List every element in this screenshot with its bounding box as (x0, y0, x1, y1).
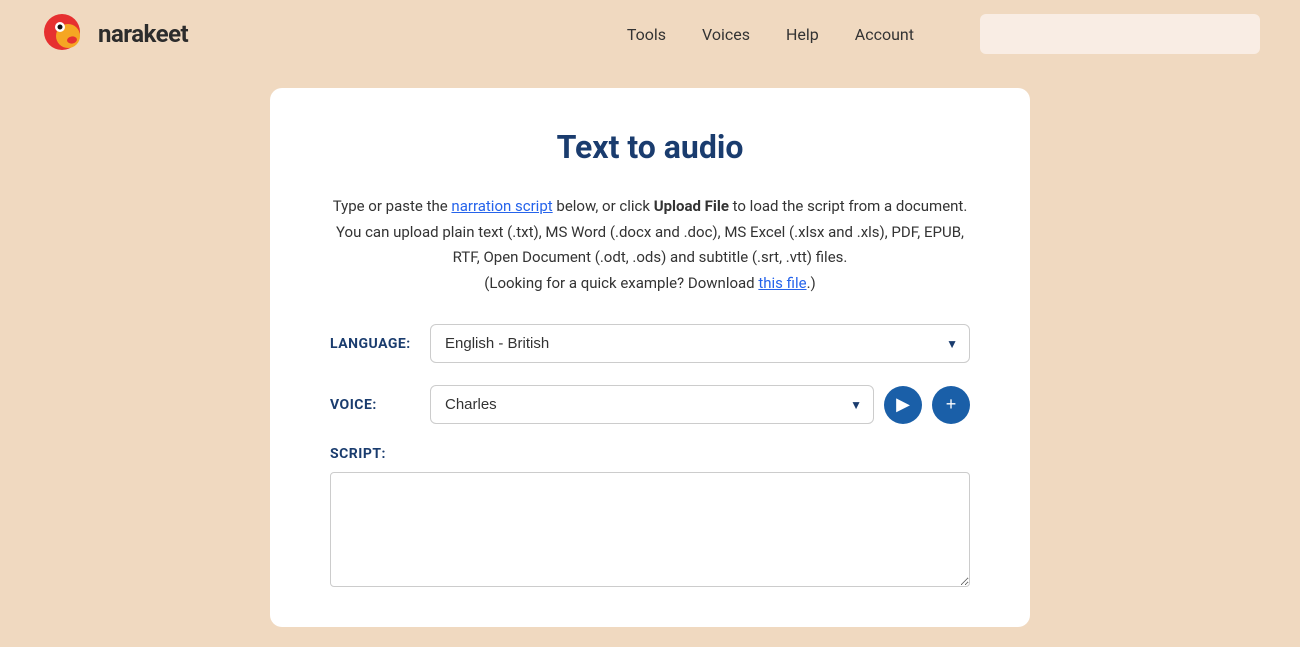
voice-select-wrapper: Charles Amy Brian Emma Joanna Matthew ▼ (430, 385, 874, 424)
script-textarea[interactable] (330, 472, 970, 587)
voice-row: VOICE: Charles Amy Brian Emma Joanna Mat… (330, 385, 970, 424)
voice-label: VOICE: (330, 397, 430, 413)
language-controls: English - British English - American Eng… (430, 324, 970, 363)
add-voice-button[interactable]: + (932, 386, 970, 424)
nav-account[interactable]: Account (855, 25, 914, 44)
nav-tools[interactable]: Tools (627, 25, 666, 44)
main-container: Text to audio Type or paste the narratio… (0, 68, 1300, 647)
script-label: SCRIPT: (330, 446, 970, 462)
language-select[interactable]: English - British English - American Eng… (430, 324, 970, 363)
logo-area[interactable]: narakeet (40, 10, 188, 58)
language-select-wrapper: English - British English - American Eng… (430, 324, 970, 363)
voice-select[interactable]: Charles Amy Brian Emma Joanna Matthew (430, 385, 874, 424)
main-card: Text to audio Type or paste the narratio… (270, 88, 1030, 627)
voice-controls: Charles Amy Brian Emma Joanna Matthew ▼ … (430, 385, 970, 424)
example-file-link[interactable]: this file (758, 274, 806, 292)
nav-voices[interactable]: Voices (702, 25, 750, 44)
script-row: SCRIPT: (330, 446, 970, 587)
logo-icon (40, 10, 88, 58)
description-text: Type or paste the narration script below… (330, 194, 970, 296)
language-row: LANGUAGE: English - British English - Am… (330, 324, 970, 363)
nav-help[interactable]: Help (786, 25, 819, 44)
logo-text: narakeet (98, 20, 188, 48)
language-label: LANGUAGE: (330, 336, 430, 352)
main-nav: Tools Voices Help Account (627, 14, 1260, 54)
play-voice-button[interactable]: ▶ (884, 386, 922, 424)
narration-script-link[interactable]: narration script (451, 197, 552, 215)
page-title: Text to audio (330, 128, 970, 166)
nav-cta-placeholder (980, 14, 1260, 54)
